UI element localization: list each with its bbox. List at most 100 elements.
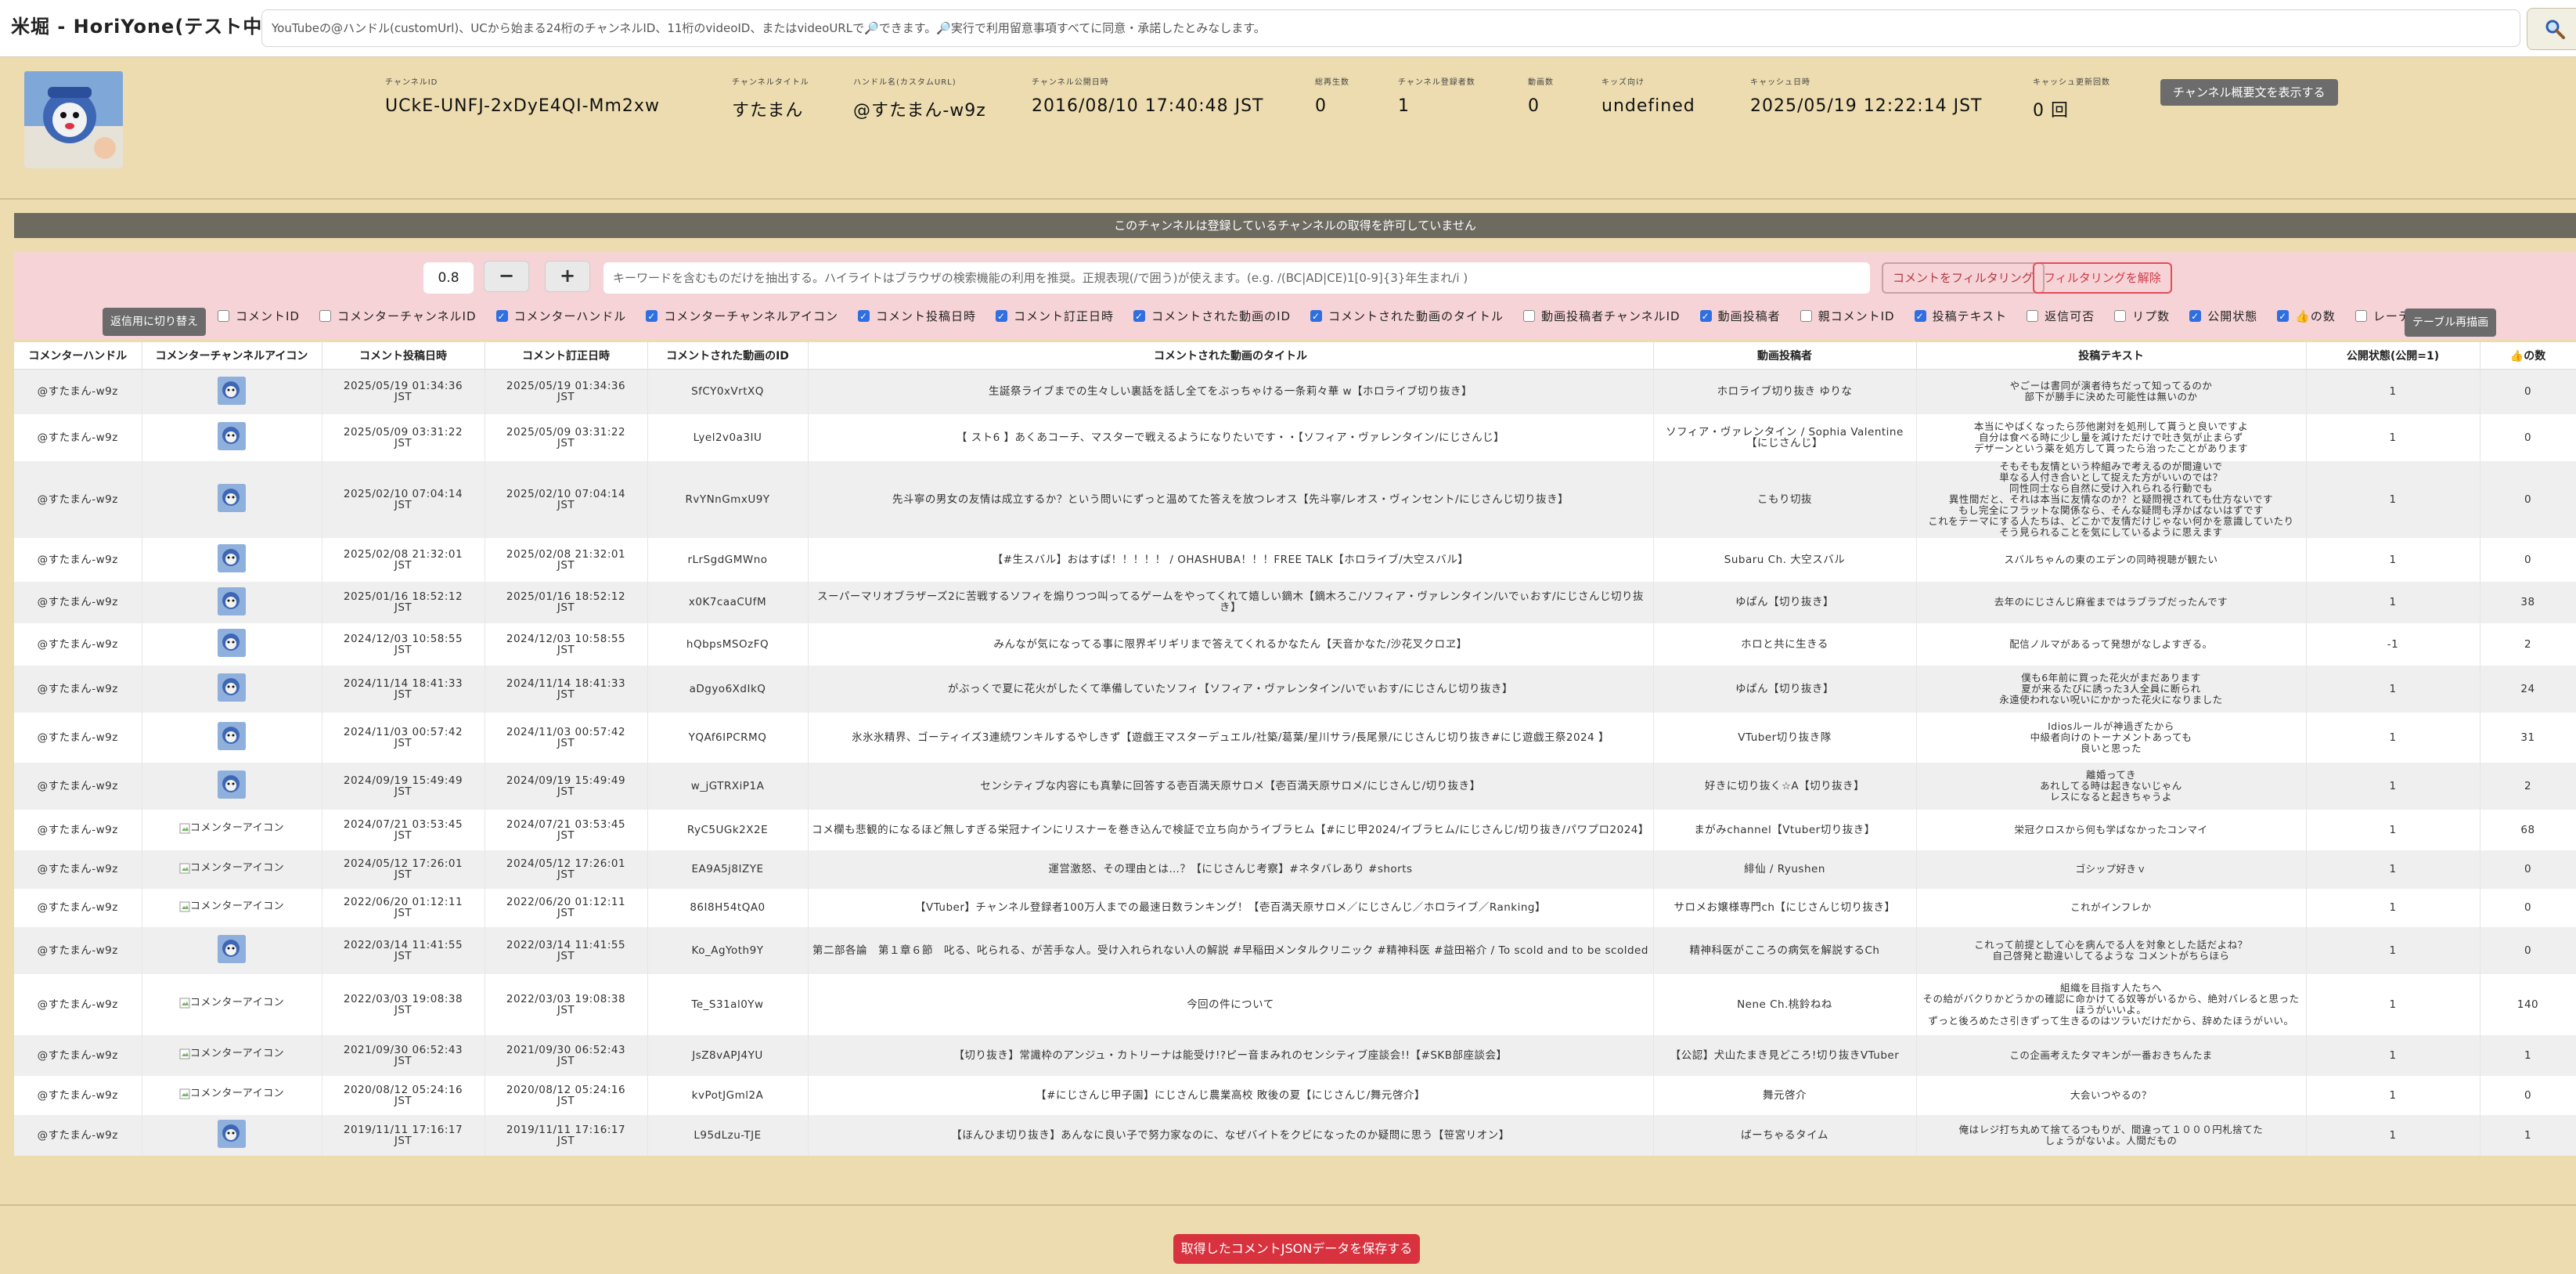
- column-toggle-video-id[interactable]: ✓ コメントされた動画のID: [1133, 308, 1291, 324]
- cell-video-title[interactable]: みんなが気になってる事に限界ギリギリまで答えてくれるかなたん【天音かなた/沙花叉…: [808, 623, 1654, 666]
- checkbox[interactable]: [2354, 310, 2367, 322]
- cell-video-title[interactable]: 【 スト6 】あくあコーチ、マスターで戦えるようになりたいです・・【ソフィア・ヴ…: [808, 413, 1654, 461]
- column-toggle-public-status[interactable]: ✓ 公開状態: [2189, 308, 2257, 324]
- cell-video-id[interactable]: Ko_AgYoth9Y: [647, 926, 809, 974]
- cell-video-id[interactable]: Te_S31al0Yw: [647, 973, 809, 1035]
- column-header-video-title[interactable]: コメントされた動画のタイトル: [808, 342, 1654, 370]
- column-toggle-commenter-channel-id[interactable]: コメンターチャンネルID: [319, 308, 477, 324]
- cell-uploader[interactable]: VTuber切り抜き隊: [1653, 712, 1917, 763]
- cell-video-id[interactable]: rLrSgdGMWno: [647, 537, 809, 582]
- cell-video-title[interactable]: コメ欄も悲観的になるほど無しすぎる栄冠ナインにリスナーを巻き込んで検証で立ち向か…: [808, 809, 1654, 850]
- column-header-posted[interactable]: コメント投稿日時: [322, 342, 485, 370]
- cell-video-id[interactable]: JsZ8vAPJ4YU: [647, 1034, 809, 1076]
- checkbox[interactable]: ✓: [2189, 310, 2202, 322]
- decrement-button[interactable]: −: [484, 261, 529, 292]
- cell-video-title[interactable]: センシティブな内容にも真摯に回答する壱百満天原サロメ【壱百満天原サロメ/にじさん…: [808, 762, 1654, 810]
- checkbox[interactable]: ✓: [996, 310, 1008, 322]
- checkbox[interactable]: ✓: [1133, 310, 1146, 322]
- cell-video-id[interactable]: RvYNnGmxU9Y: [647, 460, 809, 538]
- column-toggle-edited-date[interactable]: ✓ コメント訂正日時: [996, 308, 1114, 324]
- checkbox[interactable]: ✓: [858, 310, 870, 322]
- cell-video-id[interactable]: w_jGTRXiP1A: [647, 762, 809, 810]
- column-toggle-commenter-handle[interactable]: ✓ コメンターハンドル: [495, 308, 627, 324]
- checkbox[interactable]: ✓: [1914, 310, 1926, 322]
- cell-uploader[interactable]: ゆぱん【切り抜き】: [1653, 665, 1917, 713]
- column-header-public[interactable]: 公開状態(公開=1): [2306, 342, 2481, 370]
- cell-video-id[interactable]: aDgyo6XdIkQ: [647, 665, 809, 713]
- cell-video-id[interactable]: SfCY0xVrtXQ: [647, 369, 809, 414]
- show-description-button[interactable]: チャンネル概要文を表示する: [2160, 79, 2338, 106]
- cell-video-title[interactable]: 氷氷氷精界、ゴーティイズ3連続ワンキルするやしきず【遊戯王マスターデュエル/社築…: [808, 712, 1654, 763]
- column-header-video-id[interactable]: コメントされた動画のID: [647, 342, 809, 370]
- cell-uploader[interactable]: ばーちゃるタイム: [1653, 1114, 1917, 1156]
- cell-video-title[interactable]: 運営激怒、その理由とは…？【にじさんじ考察】#ネタバレあり #shorts: [808, 850, 1654, 889]
- cell-video-title[interactable]: スーパーマリオブラザーズ2に苦戦するソフィを煽りつつ叫ってるゲームをやってくれて…: [808, 581, 1654, 623]
- column-toggle-uploader-channel-id[interactable]: 動画投稿者チャンネルID: [1523, 308, 1681, 324]
- checkbox[interactable]: ✓: [1699, 310, 1712, 322]
- checkbox[interactable]: [1800, 310, 1812, 322]
- column-header-uploader[interactable]: 動画投稿者: [1653, 342, 1917, 370]
- column-toggle-commenter-icon[interactable]: ✓ コメンターチャンネルアイコン: [646, 308, 838, 324]
- column-toggle-uploader[interactable]: ✓ 動画投稿者: [1699, 308, 1781, 324]
- cell-video-id[interactable]: kvPotJGml2A: [647, 1075, 809, 1115]
- reply-mode-button[interactable]: 返信用に切り替え: [103, 308, 206, 336]
- cell-uploader[interactable]: ゆぱん【切り抜き】: [1653, 581, 1917, 623]
- cell-video-title[interactable]: 先斗寧の男女の友情は成立するか？という問いにずっと温めてた答えを放つレオス【先斗…: [808, 460, 1654, 538]
- checkbox[interactable]: ✓: [495, 310, 508, 322]
- cell-video-id[interactable]: hQbpsMSOzFQ: [647, 623, 809, 666]
- threshold-input[interactable]: 0.8: [423, 262, 474, 294]
- column-header-edited[interactable]: コメント訂正日時: [485, 342, 648, 370]
- checkbox[interactable]: ✓: [646, 310, 658, 322]
- cell-uploader[interactable]: 【公認】犬山たまき見どころ!切り抜きVTuber: [1653, 1034, 1917, 1076]
- cell-uploader[interactable]: Nene Ch.桃鈴ねね: [1653, 973, 1917, 1035]
- checkbox[interactable]: [2027, 310, 2039, 322]
- save-json-button[interactable]: 取得したコメントJSONデータを保存する: [1173, 1234, 1420, 1264]
- cell-uploader[interactable]: ホロと共に生きる: [1653, 623, 1917, 666]
- cell-video-id[interactable]: RyC5UGk2X2E: [647, 809, 809, 850]
- column-header-text[interactable]: 投稿テキスト: [1916, 342, 2307, 370]
- column-header-handle[interactable]: コメンターハンドル: [14, 342, 142, 370]
- cell-uploader[interactable]: サロメお嬢様専門ch【にじさんじ切り抜き】: [1653, 888, 1917, 927]
- cell-video-id[interactable]: YQAf6IPCRMQ: [647, 712, 809, 763]
- checkbox[interactable]: [2114, 310, 2127, 322]
- checkbox[interactable]: [218, 310, 229, 322]
- cell-video-title[interactable]: 【VTuber】チャンネル登録者100万人までの最速日数ランキング！【壱百満天原…: [808, 888, 1654, 927]
- column-toggle-video-title[interactable]: ✓ コメントされた動画のタイトル: [1310, 308, 1504, 324]
- increment-button[interactable]: +: [545, 261, 590, 292]
- cell-video-title[interactable]: 今回の件について: [808, 973, 1654, 1035]
- keyword-filter-input[interactable]: キーワードを含むものだけを抽出する。ハイライトはブラウザの検索機能の利用を推奨。…: [603, 262, 1870, 294]
- cell-video-title[interactable]: 【ほんひま切り抜き】あんなに良い子で努力家なのに、なぜバイトをクビになったのか疑…: [808, 1114, 1654, 1156]
- cell-video-title[interactable]: 【#生スバル】おはすば！！！！！ / OHASHUBA！！！FREE TALK【…: [808, 537, 1654, 582]
- cell-video-id[interactable]: Lyel2v0a3IU: [647, 413, 809, 461]
- search-button[interactable]: [2527, 8, 2576, 50]
- cell-video-title[interactable]: がぶっくで夏に花火がしたくて準備していたソフィ【ソフィア・ヴァレンタイン/いでぃ…: [808, 665, 1654, 713]
- cell-uploader[interactable]: Subaru Ch. 大空スバル: [1653, 537, 1917, 582]
- cell-uploader[interactable]: こもり切抜: [1653, 460, 1917, 538]
- column-toggle-post-text[interactable]: ✓ 投稿テキスト: [1914, 308, 2008, 324]
- cell-video-id[interactable]: EA9A5j8IZYE: [647, 850, 809, 889]
- redraw-table-button[interactable]: テーブル再描画: [2405, 309, 2497, 337]
- cell-uploader[interactable]: 舞元啓介: [1653, 1075, 1917, 1115]
- cell-video-id[interactable]: 86I8H54tQA0: [647, 888, 809, 927]
- cell-uploader[interactable]: ソフィア・ヴァレンタイン / Sophia Valentine【にじさんじ】: [1653, 413, 1917, 461]
- column-toggle-can-reply[interactable]: 返信可否: [2027, 308, 2095, 324]
- column-toggle-likes[interactable]: ✓ 👍の数: [2277, 308, 2336, 324]
- checkbox[interactable]: [319, 310, 331, 322]
- cell-video-id[interactable]: x0K7caaCUfM: [647, 581, 809, 623]
- cell-video-title[interactable]: 【切り抜き】常識枠のアンジュ・カトリーナは能受け!?ピー音まみれのセンシティブ座…: [808, 1034, 1654, 1076]
- checkbox[interactable]: ✓: [1310, 310, 1323, 322]
- cell-uploader[interactable]: まがみchannel【Vtuber切り抜き】: [1653, 809, 1917, 850]
- column-toggle-posted-date[interactable]: ✓ コメント投稿日時: [858, 308, 976, 324]
- cell-video-title[interactable]: 生誕祭ライブまでの生々しい裏話を話し全てをぶっちゃける一条莉々華 w【ホロライブ…: [808, 369, 1654, 414]
- search-input[interactable]: YouTubeの@ハンドル(customUrl)、UCから始まる24桁のチャンネ…: [261, 9, 2520, 47]
- cell-video-title[interactable]: 【#にじさんじ甲子園】にじさんじ農業高校 敗後の夏【にじさんじ/舞元啓介】: [808, 1075, 1654, 1115]
- cell-uploader[interactable]: 好きに切り抜く☆A【切り抜き】: [1653, 762, 1917, 810]
- filter-comments-button[interactable]: コメントをフィルタリング: [1882, 262, 2045, 294]
- checkbox[interactable]: ✓: [2277, 310, 2290, 322]
- cell-uploader[interactable]: 緋仙 / Ryushen: [1653, 850, 1917, 889]
- cell-uploader[interactable]: ホロライブ切り抜き ゆりな: [1653, 369, 1917, 414]
- column-header-icon[interactable]: コメンターチャンネルアイコン: [142, 342, 322, 370]
- checkbox[interactable]: [1523, 310, 1536, 322]
- cell-video-title[interactable]: 第二部各論 第１章６節 叱る、叱られる、が苦手な人。受け入れられない人の解説 #…: [808, 926, 1654, 974]
- cell-video-id[interactable]: L95dLzu-TJE: [647, 1114, 809, 1156]
